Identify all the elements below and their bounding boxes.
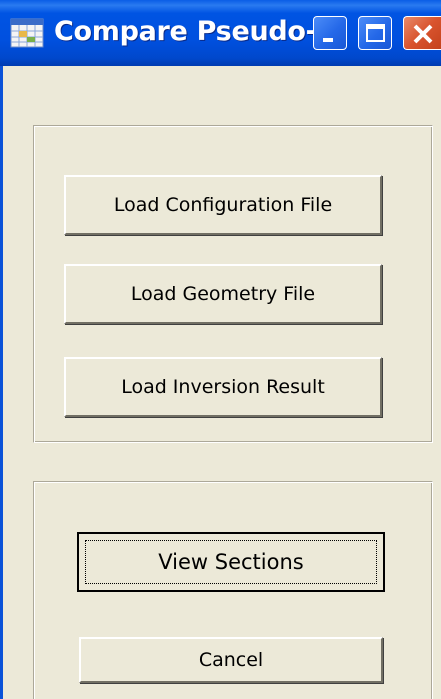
window-title: Compare Pseudo-...	[54, 16, 347, 47]
load-geometry-file-button[interactable]: Load Geometry File	[64, 264, 382, 324]
cancel-label: Cancel	[198, 649, 264, 671]
title-bar[interactable]: Compare Pseudo-...	[0, 0, 441, 66]
view-sections-label: View Sections	[158, 550, 304, 574]
close-icon	[413, 24, 433, 44]
minimize-icon	[323, 38, 333, 42]
minimize-button[interactable]	[313, 16, 347, 50]
load-inversion-result-button[interactable]: Load Inversion Result	[64, 357, 382, 417]
maximize-icon	[366, 24, 385, 42]
load-geometry-file-label: Load Geometry File	[130, 283, 316, 305]
grid-app-icon	[10, 18, 44, 48]
load-inversion-result-label: Load Inversion Result	[121, 376, 325, 398]
close-button[interactable]	[403, 16, 441, 50]
maximize-button[interactable]	[358, 16, 392, 50]
load-configuration-file-button[interactable]: Load Configuration File	[64, 175, 382, 235]
cancel-button[interactable]: Cancel	[79, 637, 383, 683]
view-sections-button[interactable]: View Sections	[77, 532, 385, 592]
dialog-window: Compare Pseudo-... Load Configuration Fi…	[0, 0, 441, 699]
window-border-left	[0, 66, 3, 699]
load-configuration-file-label: Load Configuration File	[113, 194, 333, 216]
